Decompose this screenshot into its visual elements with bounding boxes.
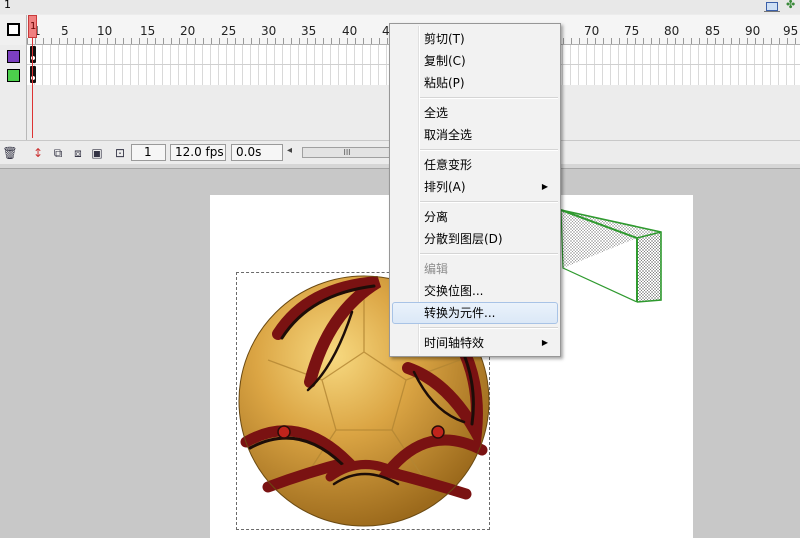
keyframe[interactable] — [30, 46, 36, 63]
timeline-scrollbar[interactable]: ◂ III — [287, 145, 392, 159]
playhead[interactable]: 1 — [28, 15, 37, 38]
ruler-label: 90 — [745, 24, 761, 38]
panel-menu-icon[interactable] — [764, 0, 780, 12]
layer-color-swatch[interactable] — [7, 50, 20, 63]
menu-item-label: 粘贴(P) — [424, 76, 465, 90]
ruler-label: 10 — [97, 24, 113, 38]
menu-item-label: 剪切(T) — [424, 32, 465, 46]
menu-separator — [420, 97, 558, 99]
menu-item-convert-to-symbol[interactable]: 转换为元件... — [392, 302, 558, 324]
menu-item-copy[interactable]: 复制(C) — [392, 50, 558, 72]
menu-item-label: 全选 — [424, 106, 449, 120]
edit-symbols-icon[interactable]: ✤ — [786, 0, 798, 12]
modify-onion-markers-icon[interactable]: ⊡ — [112, 145, 128, 161]
menu-item-free-transform[interactable]: 任意变形 — [392, 154, 558, 176]
menu-item-label: 转换为元件... — [424, 306, 496, 320]
submenu-arrow-icon: ▶ — [541, 338, 548, 347]
goal-image[interactable] — [559, 208, 667, 306]
menu-item-label: 编辑 — [424, 262, 449, 276]
ruler-label: 25 — [221, 24, 237, 38]
ruler-label: 40 — [342, 24, 358, 38]
onion-skin-icon[interactable]: ⧉ — [50, 145, 66, 161]
trash-icon[interactable]: 🗑 — [2, 145, 18, 161]
layer-row[interactable] — [0, 66, 27, 84]
current-frame-field[interactable]: 1 — [131, 144, 166, 161]
menu-item-edit: 编辑 — [392, 258, 558, 280]
playhead-frame-number: 1 — [30, 21, 37, 32]
onion-skin-outlines-icon[interactable]: ⧈ — [70, 145, 86, 161]
layer-header — [0, 15, 27, 45]
layer-list — [0, 45, 27, 140]
menu-item-label: 分离 — [424, 210, 449, 224]
frame-rate-field[interactable]: 12.0 fps — [170, 144, 226, 161]
menu-item-label: 任意变形 — [424, 158, 473, 172]
menu-separator — [420, 253, 558, 255]
top-strip: 1 ✤ — [0, 0, 800, 14]
menu-item-deselect-all[interactable]: 取消全选 — [392, 124, 558, 146]
menu-item-distribute-to-layers[interactable]: 分散到图层(D) — [392, 228, 558, 250]
outline-toggle-icon[interactable] — [7, 23, 20, 36]
menu-item-label: 复制(C) — [424, 54, 466, 68]
menu-separator — [420, 327, 558, 329]
edit-multiple-frames-icon[interactable]: ▣ — [89, 145, 105, 161]
ruler-label: 75 — [624, 24, 640, 38]
context-menu: 剪切(T) 复制(C) 粘贴(P) 全选 取消全选 任意变形 排列(A) ▶ 分离… — [389, 23, 561, 357]
layer-row[interactable] — [0, 47, 27, 65]
elapsed-time-field: 0.0s — [231, 144, 283, 161]
menu-item-label: 分散到图层(D) — [424, 232, 503, 246]
menu-item-break-apart[interactable]: 分离 — [392, 206, 558, 228]
menu-separator — [420, 149, 558, 151]
playhead-line — [32, 38, 33, 138]
menu-item-cut[interactable]: 剪切(T) — [392, 28, 558, 50]
menu-item-swap-bitmap[interactable]: 交换位图... — [392, 280, 558, 302]
menu-item-label: 取消全选 — [424, 128, 473, 142]
ruler-label: 70 — [584, 24, 600, 38]
menu-item-label: 交换位图... — [424, 284, 484, 298]
ruler-label: 30 — [261, 24, 277, 38]
menu-item-label: 时间轴特效 — [424, 336, 485, 350]
center-frame-icon[interactable]: ↕ — [30, 145, 46, 161]
ruler-label: 85 — [705, 24, 721, 38]
ruler-label: 35 — [301, 24, 317, 38]
scene-label: 1 — [4, 0, 11, 11]
submenu-arrow-icon: ▶ — [541, 182, 548, 191]
layer-color-swatch[interactable] — [7, 69, 20, 82]
ruler-label: 5 — [61, 24, 69, 38]
scroll-thumb[interactable]: III — [302, 147, 392, 158]
menu-item-timeline-effects[interactable]: 时间轴特效 ▶ — [392, 332, 558, 354]
menu-item-label: 排列(A) — [424, 180, 466, 194]
scroll-left-icon[interactable]: ◂ — [287, 145, 292, 156]
menu-separator — [420, 201, 558, 203]
menu-item-select-all[interactable]: 全选 — [392, 102, 558, 124]
keyframe[interactable] — [30, 66, 36, 83]
ruler-label: 15 — [140, 24, 156, 38]
menu-item-arrange[interactable]: 排列(A) ▶ — [392, 176, 558, 198]
menu-item-paste[interactable]: 粘贴(P) — [392, 72, 558, 94]
ruler-label: 95 — [783, 24, 799, 38]
ruler-label: 20 — [180, 24, 196, 38]
ruler-label: 80 — [664, 24, 680, 38]
